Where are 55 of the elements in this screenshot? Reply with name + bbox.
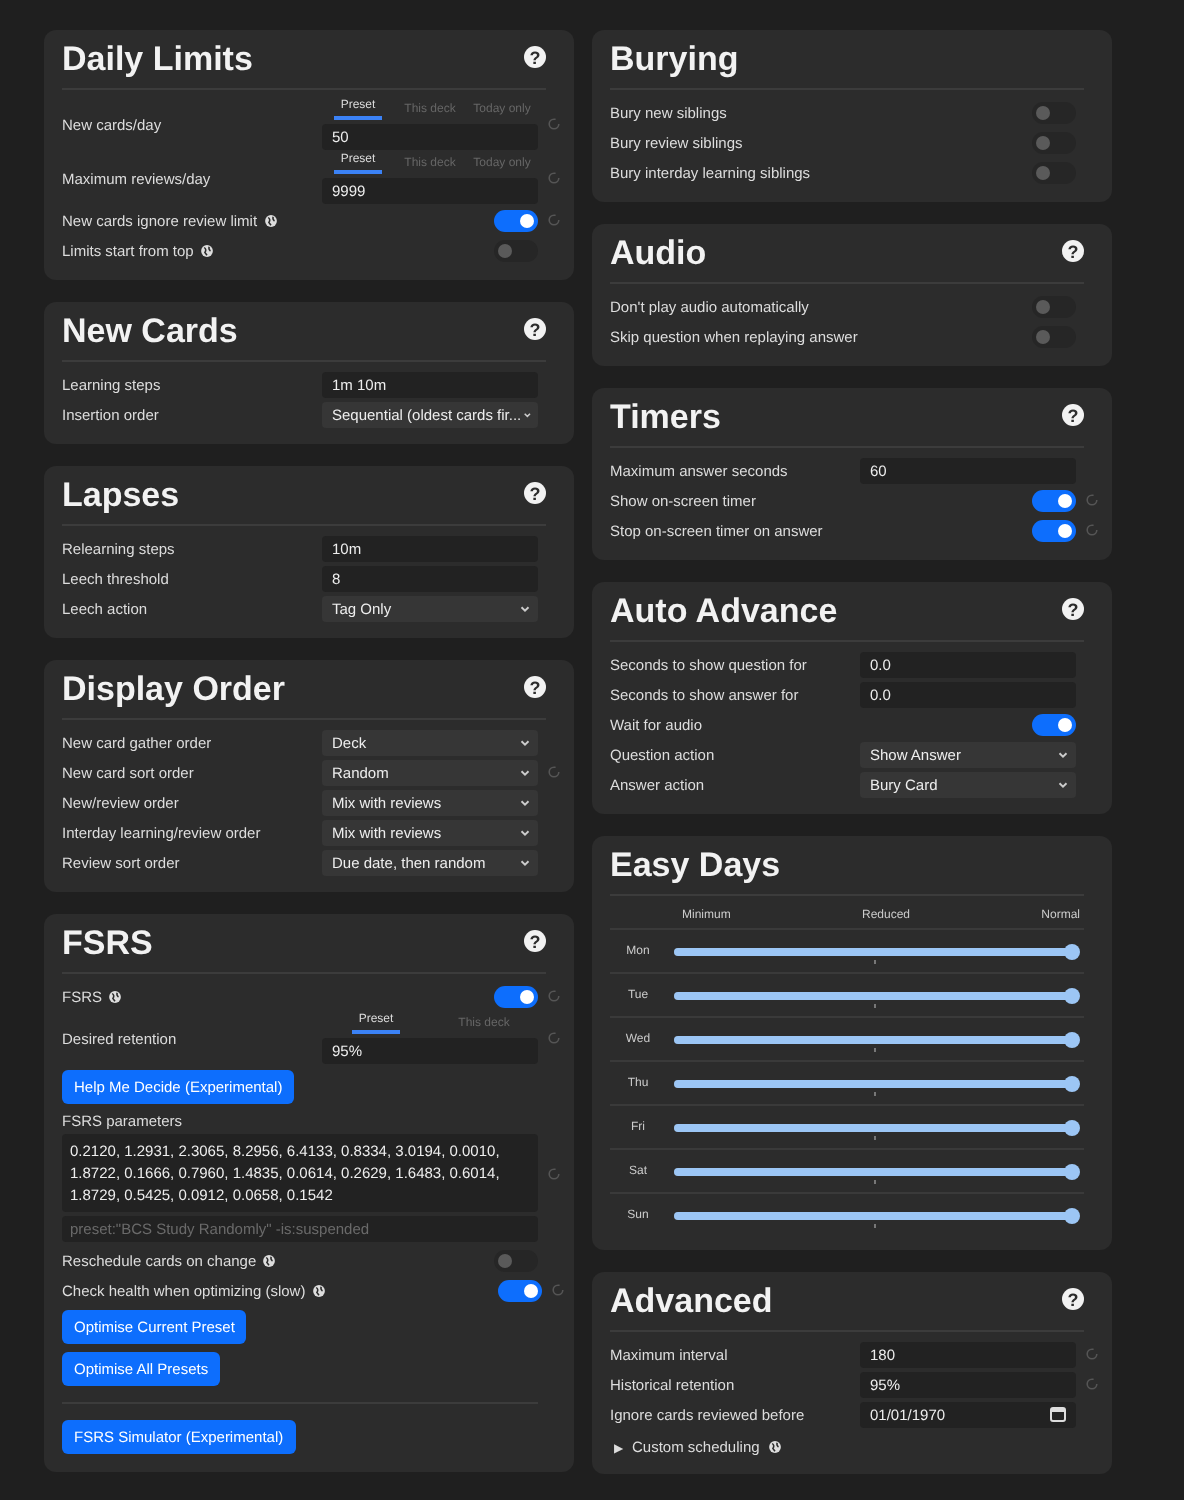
help-button[interactable]: ? xyxy=(1062,240,1084,262)
section-title: Easy Days xyxy=(610,844,781,888)
toggle-switch[interactable] xyxy=(1032,325,1076,347)
section-title: Audio xyxy=(610,232,707,276)
revert-icon[interactable] xyxy=(549,1282,566,1298)
calendar-icon[interactable] xyxy=(1050,1406,1066,1422)
chevron-icon xyxy=(518,825,532,839)
toggle-switch[interactable] xyxy=(497,1279,542,1301)
toggle-switch[interactable] xyxy=(494,209,538,231)
section-title: Display Order xyxy=(62,668,285,712)
help-button[interactable]: ? xyxy=(1062,598,1084,620)
chevron-icon xyxy=(518,795,532,809)
revert-icon[interactable] xyxy=(1084,1376,1100,1392)
chevron-icon xyxy=(518,735,532,749)
section-title: Burying xyxy=(610,38,739,82)
chevron-icon xyxy=(521,407,532,421)
chevron-icon xyxy=(1056,747,1070,761)
toggle-switch[interactable] xyxy=(1032,295,1076,317)
revert-icon[interactable] xyxy=(546,764,562,780)
section-title: Lapses xyxy=(62,474,180,518)
help-button[interactable]: ? xyxy=(1062,404,1084,426)
section-title: Advanced xyxy=(610,1280,773,1324)
revert-icon[interactable] xyxy=(1084,492,1100,508)
help-button[interactable]: ? xyxy=(524,676,546,698)
help-button[interactable]: ? xyxy=(524,46,546,68)
help-button[interactable]: ? xyxy=(524,930,546,952)
chevron-icon xyxy=(1056,777,1070,791)
section-title: Daily Limits xyxy=(62,38,253,82)
revert-icon[interactable] xyxy=(1084,522,1100,538)
chevron-icon xyxy=(518,765,532,779)
toggle-switch[interactable] xyxy=(1032,101,1076,123)
toggle-switch[interactable] xyxy=(494,239,538,261)
revert-icon[interactable] xyxy=(546,1165,562,1181)
section-title: Auto Advance xyxy=(610,590,838,634)
help-button[interactable]: ? xyxy=(524,318,546,340)
help-button[interactable]: ? xyxy=(1062,1288,1084,1310)
revert-icon[interactable] xyxy=(546,170,562,186)
section-title: New Cards xyxy=(62,310,238,354)
revert-icon[interactable] xyxy=(546,212,562,228)
help-button[interactable]: ? xyxy=(524,482,546,504)
toggle-switch[interactable] xyxy=(494,985,538,1007)
section-title: FSRS xyxy=(62,922,153,966)
chevron-icon xyxy=(518,855,532,869)
toggle-switch[interactable] xyxy=(494,1249,538,1271)
chevron-icon xyxy=(518,601,532,615)
toggle-switch[interactable] xyxy=(1032,519,1076,541)
toggle-switch[interactable] xyxy=(1032,713,1076,735)
revert-icon[interactable] xyxy=(546,116,562,132)
toggle-switch[interactable] xyxy=(1032,131,1076,153)
revert-icon[interactable] xyxy=(1084,1346,1100,1362)
toggle-switch[interactable] xyxy=(1032,161,1076,183)
toggle-switch[interactable] xyxy=(1032,489,1076,511)
revert-icon[interactable] xyxy=(546,988,562,1004)
revert-icon[interactable] xyxy=(546,1030,562,1046)
section-title: Timers xyxy=(610,396,721,440)
